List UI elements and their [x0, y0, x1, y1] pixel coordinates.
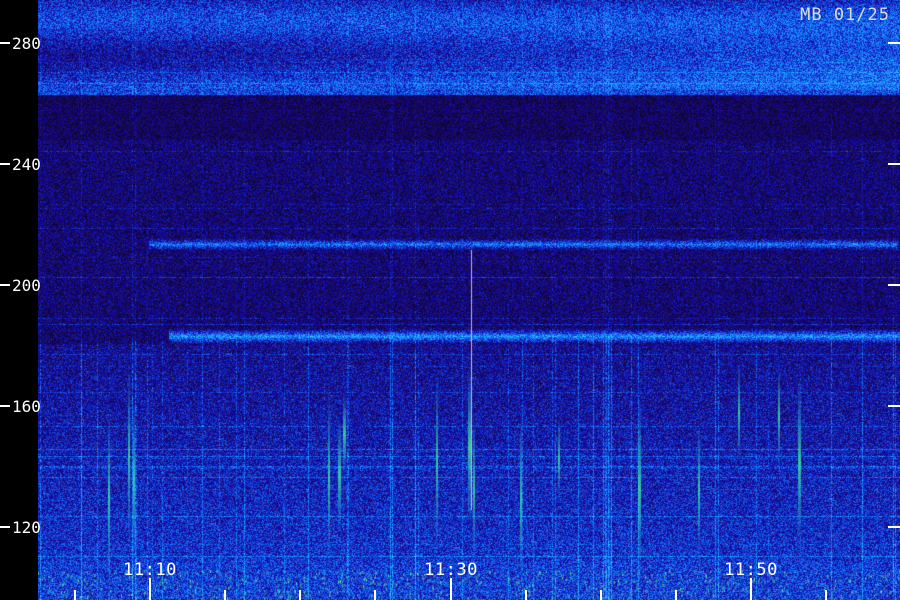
x-tick [73, 590, 76, 600]
y-tick-left [0, 163, 10, 165]
y-tick-right [888, 405, 900, 407]
y-tick-label: 200 [12, 276, 41, 295]
y-tick-left [0, 42, 10, 44]
x-tick [750, 578, 753, 600]
x-tick-label: 11:30 [424, 560, 478, 580]
y-tick-left [0, 284, 10, 286]
x-tick [374, 590, 377, 600]
y-tick-right [888, 284, 900, 286]
x-tick-label: 11:10 [123, 560, 177, 580]
date-stamp: MB 01/25 [800, 5, 890, 25]
x-tick [825, 590, 828, 600]
y-tick-left [0, 526, 10, 528]
axis-gutter [0, 0, 38, 600]
y-tick-label: 280 [12, 34, 41, 53]
spectrogram-image: MB 01/25 280 240 200 160 120 11:10 11:30… [0, 0, 900, 600]
x-tick [224, 590, 227, 600]
y-tick-label: 240 [12, 155, 41, 174]
x-tick [675, 590, 678, 600]
x-tick [524, 590, 527, 600]
x-tick [149, 578, 151, 600]
spectrogram-canvas [38, 0, 900, 600]
x-tick-label: 11:50 [724, 560, 778, 580]
y-tick-right [888, 42, 900, 44]
x-tick [599, 590, 602, 600]
y-tick-label: 120 [12, 518, 41, 537]
y-tick-right [888, 526, 900, 528]
y-tick-label: 160 [12, 397, 41, 416]
y-tick-left [0, 405, 10, 407]
x-tick [449, 578, 452, 600]
x-tick [299, 590, 302, 600]
y-tick-right [888, 163, 900, 165]
